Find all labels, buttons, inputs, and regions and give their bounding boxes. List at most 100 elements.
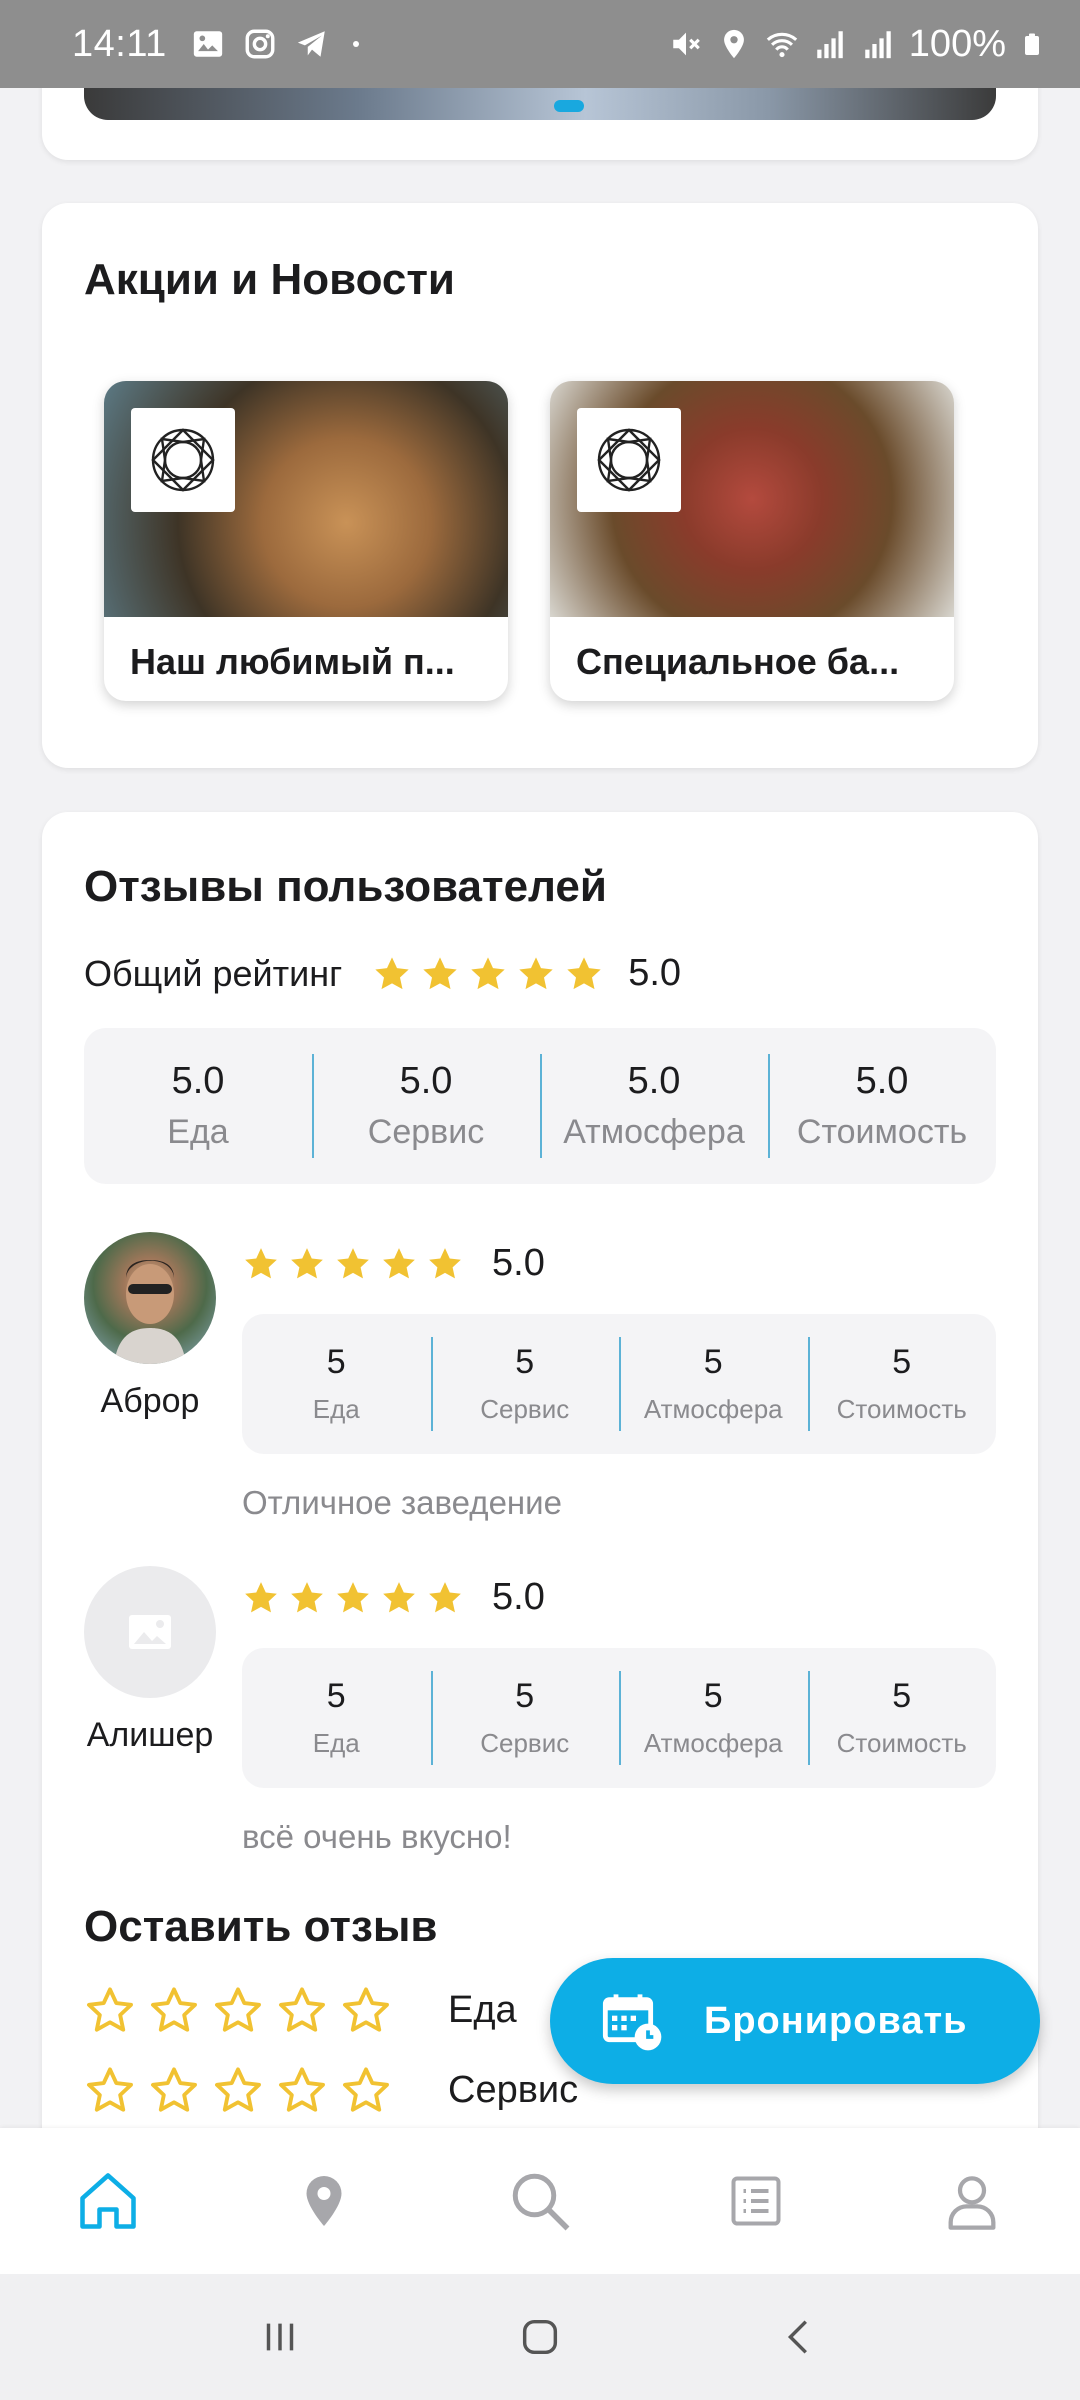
star-empty-icon[interactable]	[340, 1984, 392, 2036]
wifi-icon	[766, 32, 798, 58]
star-empty-icon[interactable]	[84, 2064, 136, 2116]
news-title: Акции и Новости	[84, 255, 455, 304]
review-score: 5 Стоимость	[807, 1337, 997, 1431]
promo-image	[550, 381, 954, 617]
review-score: 5 Еда	[242, 1343, 431, 1425]
star-filled-icon	[245, 1581, 277, 1612]
review-scores: 5 Еда 5 Сервис 5 Атмосфера 5 Стоимость	[242, 1314, 996, 1454]
score-label: Стоимость	[836, 1728, 967, 1758]
category-value: 5.0	[855, 1060, 909, 1102]
star-filled-icon	[423, 956, 457, 989]
star-empty-icon[interactable]	[276, 1984, 328, 2036]
back-button[interactable]	[770, 2307, 830, 2367]
nav-profile[interactable]	[932, 2161, 1012, 2241]
star-filled-icon	[291, 1247, 323, 1278]
battery-percent: 100%	[908, 22, 1006, 65]
score-label: Стоимость	[836, 1394, 967, 1424]
promo-card[interactable]: Специальное ба...	[550, 381, 954, 701]
star-filled-icon	[383, 1581, 415, 1612]
avatar[interactable]	[84, 1232, 216, 1364]
score-label: Атмосфера	[643, 1394, 783, 1424]
image-placeholder-icon	[129, 1615, 171, 1649]
review-scores: 5 Еда 5 Сервис 5 Атмосфера 5 Стоимость	[242, 1648, 996, 1788]
bottom-navigation	[0, 2128, 1080, 2274]
nav-map[interactable]	[284, 2161, 364, 2241]
review-score: 5 Сервис	[430, 1671, 620, 1765]
review-score: 5 Сервис	[430, 1337, 620, 1431]
star-filled-icon	[567, 956, 601, 989]
review-stars: 5.0	[242, 1576, 545, 1619]
overall-rating-label: Общий рейтинг	[84, 952, 343, 994]
notification-icons	[191, 27, 365, 61]
reviewer-name: Алишер	[86, 1716, 214, 1754]
star-empty-icon[interactable]	[212, 2064, 264, 2116]
book-button[interactable]: Бронировать	[550, 1958, 1040, 2084]
star-empty-icon[interactable]	[148, 2064, 200, 2116]
category-value: 5.0	[399, 1060, 453, 1102]
star-filled-icon	[429, 1581, 461, 1612]
star-filled-icon	[519, 956, 553, 989]
reviewer-name: Аброр	[100, 1382, 200, 1420]
nav-search[interactable]	[500, 2161, 580, 2241]
review-score: 5 Стоимость	[807, 1671, 997, 1765]
star-empty-icon[interactable]	[340, 2064, 392, 2116]
star-filled-icon	[245, 1247, 277, 1278]
system-navigation	[0, 2274, 1080, 2400]
location-icon	[723, 29, 744, 59]
star-filled-icon	[471, 956, 505, 989]
score-value: 5	[703, 1677, 723, 1715]
avatar-placeholder[interactable]	[84, 1566, 216, 1698]
star-empty-icon[interactable]	[84, 1984, 136, 2036]
review-score: 5 Еда	[242, 1677, 431, 1759]
star-empty-icon[interactable]	[148, 1984, 200, 2036]
promo-image	[104, 381, 508, 617]
category-label: Сервис	[367, 1113, 485, 1151]
status-bar: 14:11 100%	[0, 0, 1080, 88]
signal-icon-2	[865, 31, 891, 59]
score-label: Еда	[312, 1728, 360, 1758]
home-circle-icon	[522, 2319, 558, 2355]
score-value: 5	[703, 1343, 723, 1381]
calendar-clock-icon	[602, 1994, 662, 2051]
star-filled-icon	[429, 1247, 461, 1278]
review-text: Отличное заведение	[242, 1484, 562, 1521]
category-rating: 5.0 Сервис	[312, 1054, 540, 1158]
mute-icon	[673, 32, 700, 56]
news-card: Акции и Новости Наш любимый п... Специал…	[42, 203, 1038, 768]
home-icon	[80, 2173, 136, 2229]
gallery-page-indicator	[554, 100, 584, 112]
gallery-icon	[193, 31, 222, 57]
overall-rating-value: 5.0	[628, 952, 682, 994]
promo-label: Наш любимый п...	[130, 641, 455, 682]
home-button[interactable]	[510, 2307, 570, 2367]
overall-stars	[372, 954, 604, 994]
recent-apps-button[interactable]	[250, 2307, 310, 2367]
nav-home[interactable]	[68, 2161, 148, 2241]
promo-label: Специальное ба...	[576, 641, 900, 682]
leave-review-title: Оставить отзыв	[84, 1902, 438, 1951]
nav-list[interactable]	[716, 2161, 796, 2241]
category-value: 5.0	[627, 1060, 681, 1102]
category-rating: 5.0 Стоимость	[768, 1054, 996, 1158]
star-filled-icon	[337, 1581, 369, 1612]
score-value: 5	[892, 1677, 912, 1715]
score-label: Сервис	[480, 1728, 570, 1758]
instagram-icon	[245, 29, 275, 59]
rate-row-food: Еда	[84, 1984, 517, 2036]
location-pin-icon	[306, 2176, 342, 2226]
rate-row-service: Сервис	[84, 2064, 578, 2116]
star-empty-icon[interactable]	[276, 2064, 328, 2116]
category-rating: 5.0 Атмосфера	[540, 1054, 768, 1158]
star-empty-icon[interactable]	[212, 1984, 264, 2036]
star-filled-icon	[375, 956, 409, 989]
score-value: 5	[326, 1343, 346, 1381]
star-filled-icon	[337, 1247, 369, 1278]
score-value: 5	[515, 1677, 535, 1715]
review-rating-value: 5.0	[492, 1242, 545, 1284]
category-value: 5.0	[171, 1060, 225, 1102]
review-text: всё очень вкусно!	[242, 1818, 512, 1855]
score-value: 5	[515, 1343, 535, 1381]
promo-card[interactable]: Наш любимый п...	[104, 381, 508, 701]
telegram-icon	[297, 31, 325, 57]
score-label: Еда	[312, 1394, 360, 1424]
